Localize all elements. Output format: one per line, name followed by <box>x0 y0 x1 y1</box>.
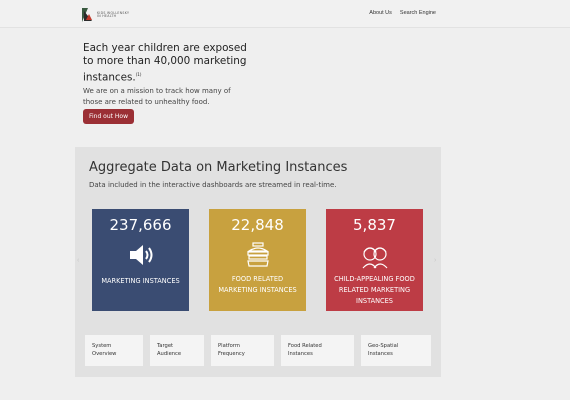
tab-line1: System <box>92 343 112 349</box>
card-label: CHILD-APPEALING FOOD RELATED MARKETING I… <box>334 275 415 305</box>
child-appealing-card[interactable]: 5,837 CHILD-APPEALING FOOD RELATED MARKE… <box>326 209 423 311</box>
card-number: 237,666 <box>109 216 172 234</box>
card-number: 5,837 <box>353 216 396 234</box>
site-logo[interactable]: KIDS WOLLENSKY IN HEALTH <box>82 6 142 24</box>
logo-line2: IN HEALTH <box>97 14 117 18</box>
card-number: 22,848 <box>231 216 284 234</box>
speaker-icon <box>129 245 152 265</box>
panel-subtitle: Data included in the interactive dashboa… <box>89 181 337 189</box>
tab-line2: Frequency <box>218 351 245 357</box>
tab-line2: Overview <box>92 351 117 357</box>
marketing-instances-card[interactable]: 237,666 MARKETING INSTANCES <box>92 209 189 311</box>
hero-title-text: Each year children are exposed to more t… <box>83 42 247 84</box>
nav-link-about-us[interactable]: About Us <box>369 10 392 16</box>
aggregate-data-panel: Aggregate Data on Marketing Instances Da… <box>75 147 441 377</box>
tab-platform-frequency[interactable]: Platform Frequency <box>211 335 274 366</box>
tab-geo-spatial-instances[interactable]: Geo-Spatial Instances <box>361 335 431 366</box>
carousel-next-arrow-icon[interactable]: › <box>434 257 436 264</box>
main-nav: About Us Search Engine <box>369 10 436 16</box>
tab-food-related-instances[interactable]: Food Related Instances <box>281 335 354 366</box>
tab-line1: Food Related <box>288 343 322 349</box>
site-header: KIDS WOLLENSKY IN HEALTH About Us Search… <box>0 0 570 28</box>
card-label: MARKETING INSTANCES <box>101 277 180 285</box>
panel-title: Aggregate Data on Marketing Instances <box>89 160 348 175</box>
tab-line1: Geo-Spatial <box>368 343 399 349</box>
tab-line1: Platform <box>218 343 240 349</box>
logo-text: KIDS WOLLENSKY IN HEALTH <box>97 11 129 18</box>
children-icon <box>362 247 387 269</box>
carousel-prev-arrow-icon[interactable]: ‹ <box>77 257 79 264</box>
hero-title: Each year children are exposed to more t… <box>83 42 253 84</box>
nav-link-search-engine[interactable]: Search Engine <box>400 10 436 16</box>
hero-footnote[interactable]: (1) <box>136 72 142 77</box>
tab-target-audience[interactable]: Target Audience <box>150 335 204 366</box>
food-related-card[interactable]: 22,848 FOOD RELATED MARKETING INSTANCES <box>209 209 306 311</box>
tab-line2: Audience <box>157 351 182 357</box>
fast-food-icon <box>246 242 269 267</box>
tab-line2: Instances <box>288 351 313 357</box>
tab-line1: Target <box>157 343 174 349</box>
logo-mark-icon <box>82 8 94 22</box>
card-label: FOOD RELATED MARKETING INSTANCES <box>218 275 297 294</box>
find-out-how-button[interactable]: Find out How <box>83 109 134 124</box>
hero-subtitle: We are on a mission to track how many of… <box>83 87 231 106</box>
tab-system-overview[interactable]: System Overview <box>85 335 143 366</box>
tab-line2: Instances <box>368 351 393 357</box>
